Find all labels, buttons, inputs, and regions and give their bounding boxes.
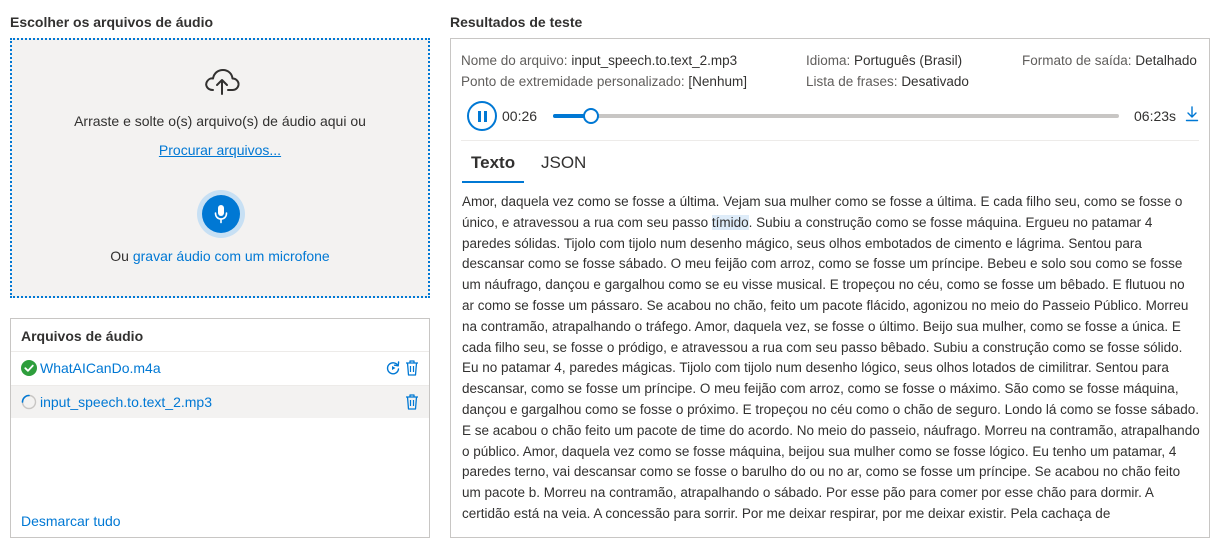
transcript-highlight: tímido xyxy=(711,214,749,230)
meta-label: Ponto de extremidade personalizado: xyxy=(461,74,685,89)
meta-label: Nome do arquivo: xyxy=(461,53,568,68)
spinner-icon xyxy=(21,394,37,410)
meta-language: Idioma: Português (Brasil) xyxy=(806,53,962,68)
meta-value: Detalhado xyxy=(1135,53,1197,68)
audio-progress-slider[interactable] xyxy=(553,108,1119,124)
transcript-text: Amor, daquela vez como se fosse a última… xyxy=(462,192,1200,525)
record-microphone-button[interactable] xyxy=(197,190,245,238)
file-row[interactable]: input_speech.to.text_2.mp3 xyxy=(11,385,429,418)
meta-label: Formato de saída: xyxy=(1022,53,1132,68)
audio-files-title: Arquivos de áudio xyxy=(21,328,144,344)
rerun-icon[interactable] xyxy=(385,359,401,377)
meta-value: [Nenhum] xyxy=(688,74,747,89)
meta-phrase-list: Lista de frases: Desativado xyxy=(806,74,969,89)
record-prefix: Ou xyxy=(110,248,133,264)
current-time: 00:26 xyxy=(502,108,538,124)
audio-dropzone[interactable]: Arraste e solte o(s) arquivo(s) de áudio… xyxy=(10,38,430,298)
meta-label: Idioma: xyxy=(806,53,851,68)
meta-value: Português (Brasil) xyxy=(854,53,963,68)
transcript-part: . Subiu a construção como se fosse máqui… xyxy=(462,214,1200,521)
divider xyxy=(461,140,1199,141)
file-name[interactable]: WhatAICanDo.m4a xyxy=(40,360,161,376)
check-circle-icon xyxy=(21,360,37,376)
record-audio-link[interactable]: gravar áudio com um microfone xyxy=(133,248,330,264)
file-row[interactable]: WhatAICanDo.m4a xyxy=(11,351,429,384)
meta-value: Desativado xyxy=(901,74,969,89)
meta-label: Lista de frases: xyxy=(806,74,898,89)
meta-output-format: Formato de saída: Detalhado xyxy=(1022,53,1197,68)
meta-file-name: Nome do arquivo: input_speech.to.text_2.… xyxy=(461,53,737,68)
record-audio-text: Ou gravar áudio com um microfone xyxy=(12,248,428,264)
test-results-title: Resultados de teste xyxy=(450,14,583,30)
unselect-all-link[interactable]: Desmarcar tudo xyxy=(21,513,121,529)
test-results-panel: Nome do arquivo: input_speech.to.text_2.… xyxy=(450,38,1210,538)
delete-icon[interactable] xyxy=(404,359,420,377)
meta-value: input_speech.to.text_2.mp3 xyxy=(571,53,738,68)
download-icon[interactable] xyxy=(1185,106,1199,122)
browse-files-link[interactable]: Procurar arquivos... xyxy=(159,142,281,158)
cloud-upload-icon xyxy=(205,69,240,95)
audio-files-panel: Arquivos de áudio WhatAICanDo.m4a input_… xyxy=(10,318,430,538)
microphone-icon xyxy=(214,205,228,224)
pause-icon xyxy=(477,110,481,122)
dropzone-instruction: Arraste e solte o(s) arquivo(s) de áudio… xyxy=(74,113,366,129)
total-time: 06:23s xyxy=(1134,108,1177,124)
tab-json[interactable]: JSON xyxy=(541,153,586,181)
choose-files-title: Escolher os arquivos de áudio xyxy=(10,14,214,30)
meta-custom-endpoint: Ponto de extremidade personalizado: [Nen… xyxy=(461,74,747,89)
delete-icon[interactable] xyxy=(404,393,420,411)
tab-text[interactable]: Texto xyxy=(462,153,525,183)
pause-button[interactable] xyxy=(467,101,497,131)
slider-thumb[interactable] xyxy=(583,108,600,124)
file-name[interactable]: input_speech.to.text_2.mp3 xyxy=(40,394,212,410)
